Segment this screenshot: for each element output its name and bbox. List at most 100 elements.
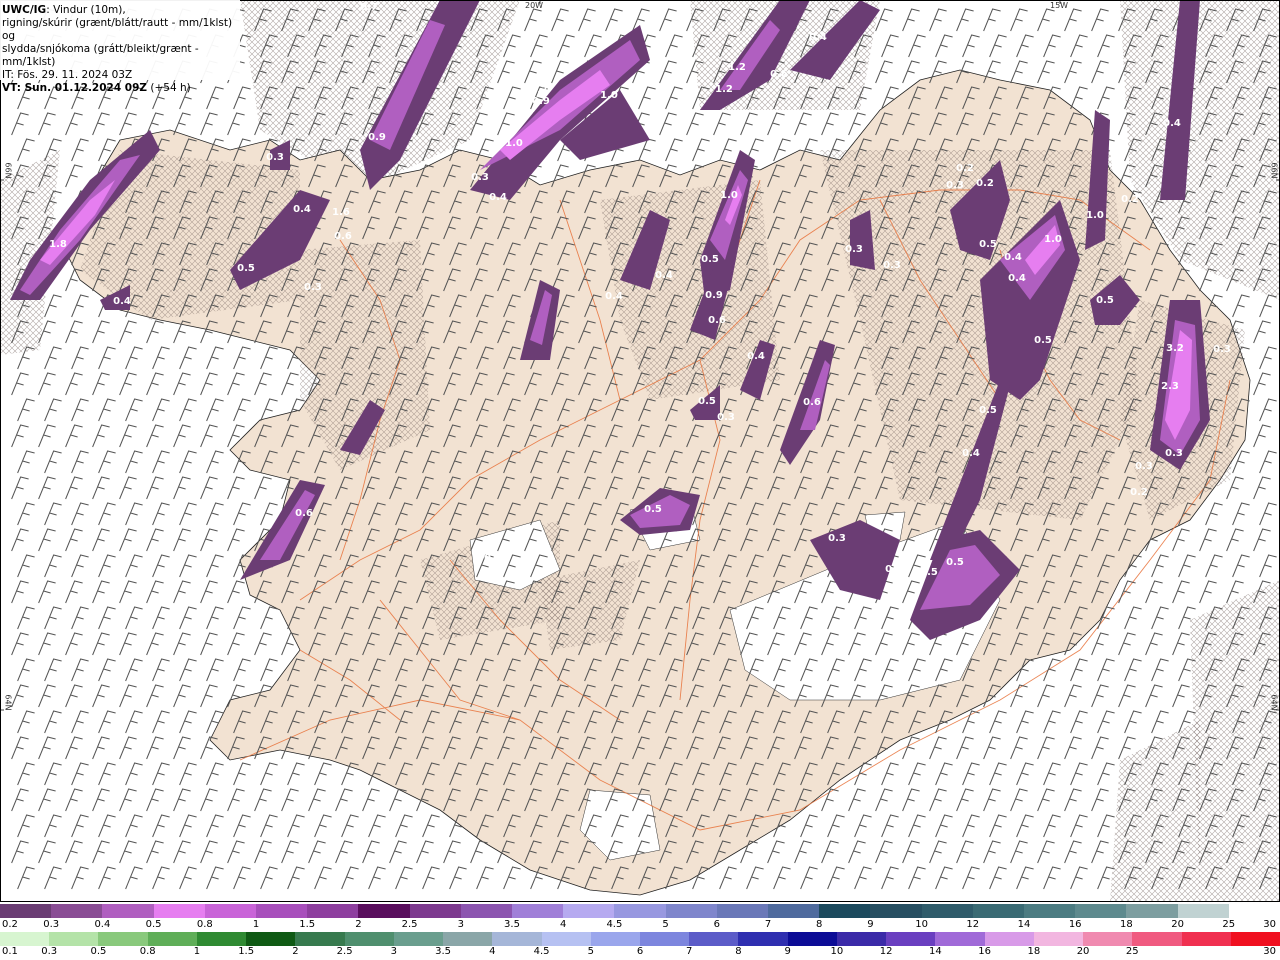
legend-swatch xyxy=(492,932,542,946)
precip-value-label: 0.5 xyxy=(701,254,719,265)
precip-value-label: 0.4 xyxy=(1163,118,1181,129)
precip-value-label: 0.2 xyxy=(976,178,994,189)
legend-label: 0.8 xyxy=(139,946,156,957)
legend-label: 5 xyxy=(587,946,594,957)
precip-value-label: 0.9 xyxy=(705,290,723,301)
precip-value-label: 0.4 xyxy=(655,270,673,281)
rain-legend-labels: 0.1 0.3 0.5 0.8 1 1.5 2 2.5 3 3.5 4 4.5 5 6 7 8 9 10 12 14 1… xyxy=(0,946,1280,958)
legend-label: 4 xyxy=(489,946,496,957)
precip-value-label: 3.2 xyxy=(1166,343,1184,354)
legend-swatch xyxy=(98,932,148,946)
precip-value-label: 0.2 xyxy=(1130,487,1148,498)
legend-label: 16 xyxy=(1068,919,1082,930)
legend-label: 3.5 xyxy=(435,946,452,957)
legend-label: 5 xyxy=(662,919,669,930)
lat-label-64n-right: 64N xyxy=(1269,694,1279,711)
precip-value-label: 2.3 xyxy=(1161,381,1179,392)
legend-swatch xyxy=(393,932,444,946)
legend-swatch xyxy=(1132,932,1182,946)
precip-value-label: 0.6 xyxy=(334,231,352,242)
legend-swatch xyxy=(984,932,1034,946)
precip-value-label: 0.7 xyxy=(360,2,378,13)
precip-value-label: 0.5 xyxy=(698,396,716,407)
precip-value-label: 0.3 xyxy=(828,533,846,544)
legend-swatch xyxy=(147,932,197,946)
legend-swatch xyxy=(344,932,394,946)
legend-label: 7 xyxy=(686,946,693,957)
precip-value-label: 1.0 xyxy=(1086,210,1104,221)
precip-value-label: 0.9 xyxy=(368,132,386,143)
legend-swatch xyxy=(768,904,820,918)
precip-value-label: 0.3 xyxy=(845,244,863,255)
header-line1: UWC/IG: Vindur (10m), xyxy=(2,4,240,17)
legend-swatch xyxy=(1126,904,1178,918)
valid-time-line: VT: Sun. 01.12.2024 09Z (+54 h) xyxy=(2,82,240,95)
legend-label: 10 xyxy=(830,946,844,957)
precip-value-label: 0.4 xyxy=(113,296,131,307)
precip-value-label: 0.4 xyxy=(1004,252,1022,263)
legend-swatch xyxy=(512,904,564,918)
precip-value-label: 0.3 xyxy=(946,180,964,191)
legend-label: 2.5 xyxy=(401,919,418,930)
legend-swatch xyxy=(204,904,256,918)
precip-value-label: 1.8 xyxy=(49,239,67,250)
precip-value-label: 0.3 xyxy=(1135,461,1153,472)
legend-label: 30 xyxy=(1263,946,1276,957)
weather-map: 1.80.40.50.4 1.60.60.30.90.30.71.00.30.41… xyxy=(0,0,1280,902)
legend-swatch xyxy=(640,932,690,946)
legend-swatch xyxy=(836,932,887,946)
precip-value-label: 0.4 xyxy=(962,448,980,459)
precip-value-label: 0.2 xyxy=(956,163,974,174)
legend-label: 20 xyxy=(1171,919,1184,930)
precip-value-label: 0.4 xyxy=(809,32,827,43)
precip-value-label: 0.3 xyxy=(484,553,502,564)
legend-swatch xyxy=(443,932,493,946)
lat-label-66n-right: 66N xyxy=(1269,162,1279,179)
lat-label-66n-left: 66N xyxy=(3,162,13,179)
legend-label: 1 xyxy=(193,946,201,957)
precip-value-label: 0.5 xyxy=(644,504,662,515)
precip-value-label: 0.6 xyxy=(770,69,788,80)
legend-swatch xyxy=(49,932,99,946)
legend-swatch xyxy=(256,904,308,918)
legend-label: 3 xyxy=(390,946,398,957)
legend-swatch xyxy=(1075,904,1127,918)
legend-label: 30 xyxy=(1263,919,1276,930)
precip-value-label: 0.6 xyxy=(803,397,821,408)
legend-label: 0.1 xyxy=(2,946,18,957)
legend-label: 0.3 xyxy=(41,946,58,957)
legend-swatch xyxy=(614,904,666,918)
legend-label: 0.5 xyxy=(145,919,162,930)
legend-swatch xyxy=(295,932,345,946)
precip-value-label: 0.3 xyxy=(471,172,489,183)
header-line3: slydda/snjókoma (grátt/bleikt/grænt - mm… xyxy=(2,43,199,68)
legend-label: 6 xyxy=(636,946,644,957)
header-line1-rest: : Vindur (10m), xyxy=(46,4,126,16)
precip-value-label: 0.4 xyxy=(293,204,311,215)
legend-label: 14 xyxy=(929,946,942,957)
lon-label-15w: 15W xyxy=(1050,1,1069,10)
header-line2: rigning/skúrir (grænt/blátt/rautt - mm/1… xyxy=(2,17,233,42)
legend-label: 4 xyxy=(560,919,567,930)
legend-label: 0.2 xyxy=(2,919,18,930)
snow-legend-colorbar xyxy=(0,904,1280,918)
precip-value-label: 0.3 xyxy=(266,152,284,163)
precip-value-label: 1.0 xyxy=(600,90,618,101)
precip-value-label: 0.5 xyxy=(979,405,997,416)
precip-value-label: 0.5 xyxy=(237,263,255,274)
legend-swatch xyxy=(51,904,103,918)
precip-value-label: 0.2 xyxy=(1121,194,1139,205)
precip-value-label: 0.5 xyxy=(979,239,997,250)
legend-label: 12 xyxy=(879,946,893,957)
legend-swatch xyxy=(738,932,788,946)
legend-swatch xyxy=(0,904,52,918)
legend-label: 16 xyxy=(978,946,991,957)
legend-label: 2 xyxy=(355,919,362,930)
lon-label-20w: 20W xyxy=(525,1,544,10)
precip-value-label: 1.2 xyxy=(715,84,733,95)
precip-value-label: 0.6 xyxy=(708,315,726,326)
valid-time: VT: Sun. 01.12.2024 09Z xyxy=(2,82,148,94)
legend-swatch xyxy=(541,932,591,946)
map-header: UWC/IG: Vindur (10m), rigning/skúrir (gr… xyxy=(0,0,240,94)
legend-label: 12 xyxy=(966,919,980,930)
